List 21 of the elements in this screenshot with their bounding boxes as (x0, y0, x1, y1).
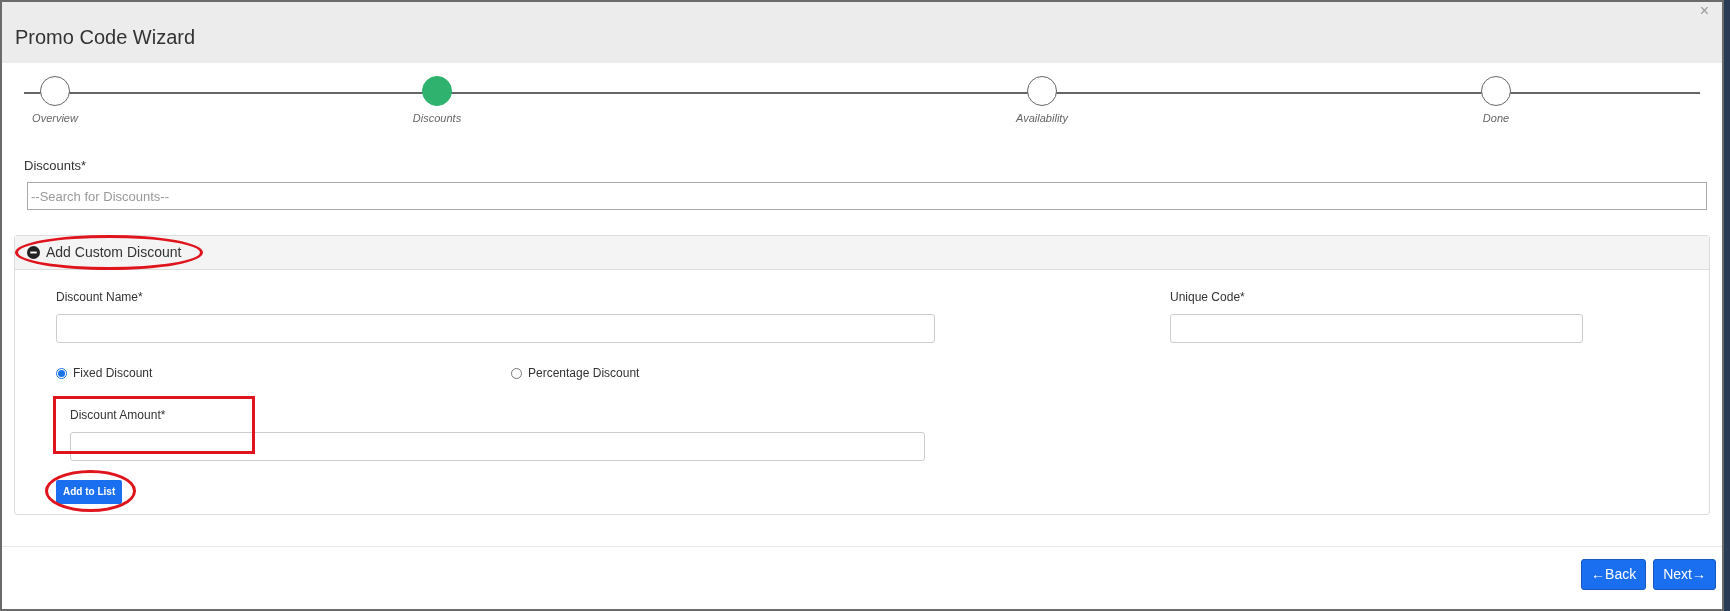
input-field[interactable] (56, 314, 935, 343)
radio-label: Percentage Discount (528, 365, 640, 382)
back-button[interactable]: ←Back (1581, 559, 1647, 590)
field-label: Discount Amount* (70, 408, 166, 422)
window-title: Promo Code Wizard (15, 25, 196, 50)
add-to-list-button[interactable]: Add to List (56, 479, 123, 504)
input-field[interactable] (70, 432, 925, 461)
field-label: Unique Code* (1170, 290, 1245, 304)
minus-circle-icon (27, 246, 40, 259)
collapse-button[interactable]: Add Custom Discount (27, 242, 182, 263)
field-label: Discounts* (24, 158, 87, 173)
field-label: Discount Name* (56, 290, 143, 304)
next-button[interactable]: Next→ (1653, 559, 1716, 590)
step-label: Overview (32, 111, 78, 126)
step-label: Availability (1016, 111, 1068, 126)
close-button[interactable]: × (1699, 3, 1709, 19)
input-field[interactable] (1170, 314, 1583, 343)
search-field[interactable]: --Search for Discounts-- (27, 182, 1707, 210)
step-label: Done (1482, 111, 1510, 126)
step-label: Discounts (412, 111, 462, 126)
radio-label: Fixed Discount (73, 365, 153, 382)
